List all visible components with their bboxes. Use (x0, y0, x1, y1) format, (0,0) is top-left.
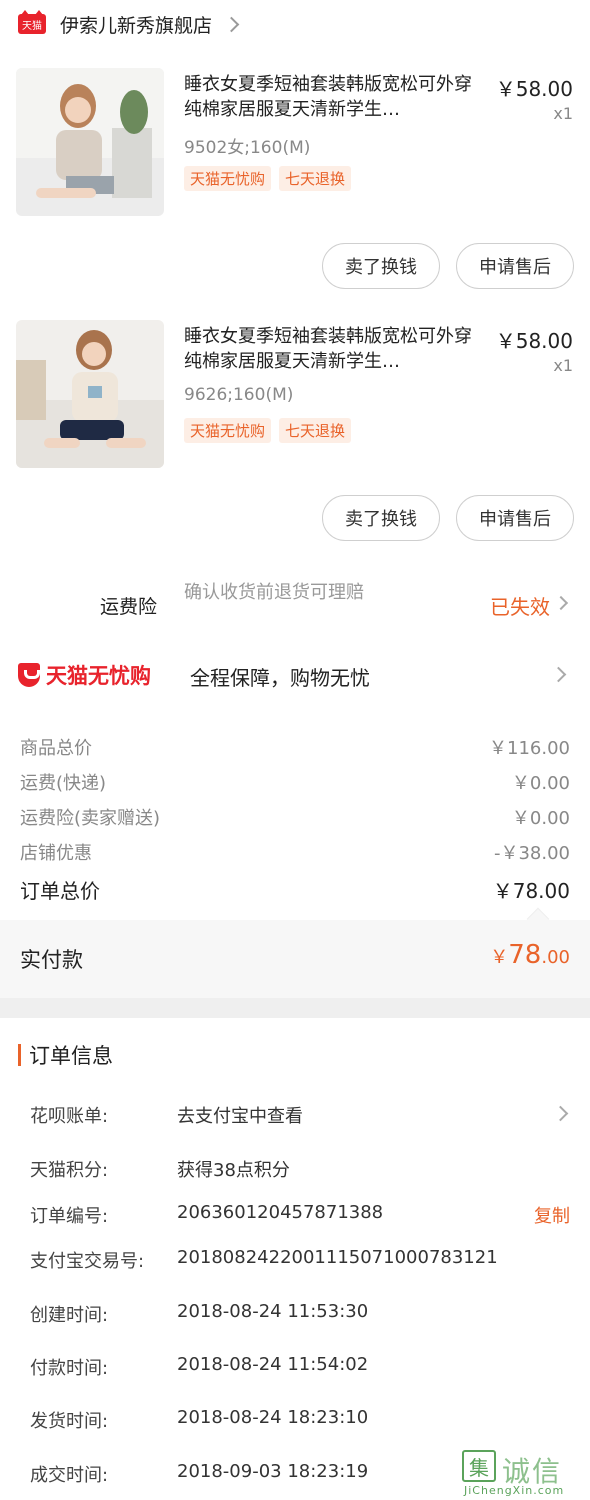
actual-paid-amount: ￥78.00 (490, 940, 570, 970)
actual-paid-label: 实付款 (20, 948, 83, 972)
tag-seven-day-return: 七天退换 (279, 166, 352, 191)
watermark-char: 集 (462, 1450, 496, 1482)
info-value: 206360120457871388 (177, 1202, 384, 1223)
info-value: 2018-08-24 11:53:30 (177, 1301, 369, 1322)
product-quantity: x1 (553, 356, 573, 375)
summary-value: -￥38.00 (493, 843, 570, 864)
order-info-title: 订单信息 (18, 1040, 113, 1070)
after-sale-button[interactable]: 申请售后 (456, 495, 574, 541)
tag-seven-day-return: 七天退换 (279, 418, 352, 443)
worry-free-name: 天猫无忧购 (46, 664, 151, 688)
amount-integer: 78 (508, 940, 542, 970)
product-sku: 9626;160(M) (184, 385, 294, 405)
info-label: 发货时间: (30, 1411, 109, 1432)
summary-row-order-total: 订单总价 ￥78.00 (20, 875, 570, 904)
info-value: 2018-09-03 18:23:19 (177, 1461, 369, 1482)
summary-label: 商品总价 (20, 738, 92, 759)
worry-free-brand: 天猫无忧购 (18, 660, 151, 690)
info-value: 2018-08-24 11:54:02 (177, 1354, 369, 1375)
product-price: ￥58.00 (495, 77, 573, 101)
info-value: 2018082422001115071000783121 (177, 1247, 498, 1268)
order-total-value: ￥78.00 (492, 879, 570, 903)
summary-row-goods-total: 商品总价 ￥116.00 (20, 734, 570, 760)
after-sale-button[interactable]: 申请售后 (456, 243, 574, 289)
worry-free-slogan: 全程保障，购物无忧 (190, 666, 370, 690)
copy-button[interactable]: 复制 (534, 1202, 570, 1228)
product-quantity: x1 (553, 104, 573, 123)
tag-worry-free: 天猫无忧购 (184, 418, 272, 443)
summary-value: ￥0.00 (511, 773, 570, 794)
notch-decoration (526, 907, 550, 931)
shipping-insurance-desc: 确认收货前退货可理赔 (184, 582, 364, 603)
shipping-insurance-label: 运费险 (100, 596, 158, 618)
shipping-insurance-status: 已失效 (490, 595, 550, 619)
amount-decimal: .00 (541, 947, 570, 968)
info-value: 2018-08-24 18:23:10 (177, 1407, 369, 1428)
chevron-right-icon (550, 666, 567, 683)
tmall-logo-icon: 天猫 (18, 10, 46, 34)
chevron-right-icon (223, 16, 240, 32)
shop-header[interactable]: 天猫 伊索儿新秀旗舰店 (0, 0, 590, 48)
info-value: 获得38点积分 (177, 1160, 290, 1181)
summary-row-shipping: 运费(快递) ￥0.00 (20, 769, 570, 795)
product-actions: 卖了换钱 申请售后 (322, 495, 574, 541)
chevron-right-icon (553, 595, 569, 611)
product-actions: 卖了换钱 申请售后 (322, 243, 574, 289)
info-label: 付款时间: (30, 1358, 109, 1379)
product-photo-placeholder (16, 68, 164, 216)
product-title[interactable]: 睡衣女夏季短袖套装韩版宽松可外穿纯棉家居服夏天清新学生… (184, 72, 484, 122)
info-label: 成交时间: (30, 1465, 109, 1486)
worry-free-banner[interactable]: 天猫无忧购 全程保障，购物无忧 (0, 650, 590, 700)
actual-paid-section: 实付款 ￥78.00 (0, 907, 590, 998)
summary-label: 运费险(卖家赠送) (20, 808, 161, 829)
summary-row-shop-discount: 店铺优惠 -￥38.00 (20, 839, 570, 865)
summary-label: 运费(快递) (20, 773, 107, 794)
summary-value: ￥116.00 (489, 738, 570, 759)
info-value[interactable]: 去支付宝中查看 (177, 1102, 303, 1128)
product-photo-placeholder (16, 320, 164, 468)
product-price: ￥58.00 (495, 329, 573, 353)
summary-value: ￥0.00 (511, 808, 570, 829)
info-label: 支付宝交易号: (30, 1251, 145, 1272)
order-total-label: 订单总价 (20, 879, 100, 903)
info-label: 订单编号: (30, 1206, 109, 1227)
shipping-insurance-row[interactable]: 运费险 确认收货前退货可理赔 已失效 (0, 574, 590, 634)
summary-label: 店铺优惠 (20, 843, 92, 864)
accent-bar (18, 1044, 21, 1066)
sell-button[interactable]: 卖了换钱 (322, 495, 440, 541)
tag-worry-free: 天猫无忧购 (184, 166, 272, 191)
sell-button[interactable]: 卖了换钱 (322, 243, 440, 289)
info-label: 天猫积分: (30, 1160, 109, 1181)
watermark-logo: 集 诚信 JiChengXin.com (462, 1450, 582, 1497)
product-tags: 天猫无忧购 七天退换 (184, 418, 352, 443)
chevron-right-icon (552, 1105, 569, 1122)
product-image[interactable] (16, 68, 164, 216)
watermark-url: JiChengXin.com (464, 1484, 565, 1497)
order-info-heading: 订单信息 (29, 1044, 113, 1068)
shield-icon (18, 663, 40, 687)
product-image[interactable] (16, 320, 164, 468)
currency-symbol: ￥ (490, 947, 509, 968)
tmall-logo-text: 天猫 (22, 20, 42, 32)
section-divider (0, 998, 590, 1018)
product-tags: 天猫无忧购 七天退换 (184, 166, 352, 191)
product-sku: 9502女;160(M) (184, 138, 311, 158)
shop-name[interactable]: 伊索儿新秀旗舰店 (60, 11, 212, 38)
info-label: 创建时间: (30, 1305, 109, 1326)
product-title[interactable]: 睡衣女夏季短袖套装韩版宽松可外穿纯棉家居服夏天清新学生… (184, 324, 484, 374)
summary-row-shipping-insurance: 运费险(卖家赠送) ￥0.00 (20, 804, 570, 830)
info-label: 花呗账单: (30, 1106, 109, 1127)
